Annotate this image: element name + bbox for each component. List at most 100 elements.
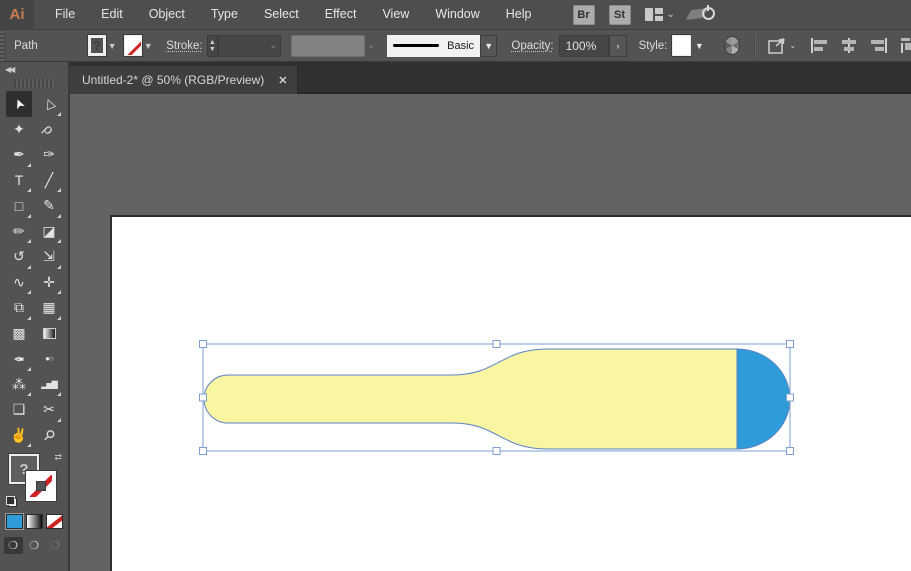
menu-item-select[interactable]: Select [251,0,312,29]
none-button[interactable] [45,514,63,529]
menu-item-effect[interactable]: Effect [312,0,370,29]
panel-grip[interactable] [0,30,7,61]
shape-builder-icon: ⧉ [14,299,24,316]
tool-shape-builder[interactable]: ⧉ [6,295,32,321]
stroke-weight-stepper[interactable]: ▲ ▼ [206,34,219,57]
slice-icon: ✂ [43,401,55,418]
tool-type[interactable]: T [6,168,32,194]
stroke-indicator[interactable] [26,471,56,501]
menu-item-edit[interactable]: Edit [88,0,136,29]
bridge-button[interactable]: Br [572,4,595,25]
blend-icon: ●○ [45,354,54,364]
menu-item-object[interactable]: Object [136,0,198,29]
align-buttons [810,37,911,54]
draw-inside-button[interactable]: ❍ [46,537,65,554]
tool-puppet-warp[interactable]: ✛ [36,270,62,296]
stroke-chevron-icon[interactable]: ▼ [142,41,154,51]
tool-blend[interactable]: ●○ [36,346,62,372]
hand-icon: ✌ [10,426,28,443]
tool-slice[interactable]: ✂ [36,397,62,423]
style-chevron-icon[interactable]: ▼ [690,34,708,57]
fill-color-swatch[interactable]: ? [86,34,108,57]
collapse-panel-button[interactable]: ◀◀ [5,65,15,74]
tool-zoom[interactable]: ⚲ [36,423,62,449]
tool-rotate[interactable]: ↺ [6,244,32,270]
selection-handle[interactable] [786,340,794,348]
eyedropper-icon: ✒ [13,351,25,368]
menu-item-type[interactable]: Type [198,0,251,29]
tool-gradient[interactable] [36,321,62,347]
selection-handle[interactable] [786,393,794,402]
tool-magic-wand[interactable]: ✦ [6,117,32,143]
tool-selection[interactable]: ➤ [6,91,32,117]
fill-stroke-indicator: ? ⇄ [0,452,68,510]
app-logo: Ai [0,0,34,30]
panel-grip-dots[interactable] [14,79,54,88]
selection-handle[interactable] [199,340,207,348]
stroke-weight-select[interactable]: ⌄ [218,34,282,57]
selection-handle[interactable] [492,340,501,348]
canvas[interactable] [70,94,911,571]
selection-handle[interactable] [492,447,501,455]
tool-eraser[interactable]: ◪ [36,219,62,245]
tool-direct-selection[interactable]: ▷ [36,91,62,117]
opacity-input[interactable]: 100% [558,34,610,57]
tool-artboard[interactable]: ❏ [6,397,32,423]
gradient-button[interactable] [25,514,43,529]
recolor-artwork-icon[interactable] [723,36,741,55]
opacity-label[interactable]: Opacity: [511,40,553,52]
align-center-icon[interactable] [839,37,859,54]
tool-width[interactable]: ∿ [6,270,32,296]
opacity-more-button[interactable]: › [609,34,627,57]
stroke-color-swatch[interactable] [123,34,144,57]
tool-line-segment[interactable]: ╱ [36,168,62,194]
tool-hand[interactable]: ✌ [6,423,32,449]
brush-style-chevron[interactable]: ▼ [480,34,498,57]
puppet-warp-icon: ✛ [43,273,55,290]
pen-icon: ✒ [13,146,25,163]
rotate-icon: ↺ [13,248,25,265]
tool-mesh[interactable]: ▩ [6,321,32,347]
swap-fill-stroke-icon[interactable]: ⇄ [54,452,62,463]
menu-item-view[interactable]: View [369,0,422,29]
tool-scale[interactable]: ⇲ [36,244,62,270]
tool-rectangle[interactable]: □ [6,193,32,219]
tool-column-graph[interactable]: ▂▅▇ [36,372,62,398]
default-fill-stroke-icon[interactable] [6,496,17,507]
selection-handle[interactable] [199,393,207,402]
tool-symbol-sprayer[interactable]: ⁂ [6,372,32,398]
workspace-switcher[interactable]: ⌄ [644,8,675,21]
align-left-icon[interactable] [810,37,830,54]
power-icon [701,4,715,20]
tool-perspective-grid[interactable]: ▦ [36,295,62,321]
tool-paintbrush[interactable]: ✎ [36,193,62,219]
color-button[interactable] [4,513,24,530]
stock-button[interactable]: St [608,4,631,25]
style-swatch[interactable] [671,34,692,57]
selection-handle[interactable] [786,447,794,455]
draw-behind-button[interactable]: ❍ [25,537,44,554]
tool-eyedropper[interactable]: ✒ [6,346,32,372]
align-partial-icon[interactable] [897,37,911,54]
stroke-weight-label[interactable]: Stroke: [166,40,202,52]
menu-item-help[interactable]: Help [493,0,545,29]
tool-shaper[interactable]: ✏ [6,219,32,245]
align-right-icon[interactable] [868,37,888,54]
touch-workspace-icon[interactable] [685,4,715,25]
draw-normal-button[interactable]: ❍ [3,537,23,554]
menu-item-file[interactable]: File [42,0,88,29]
document-tab[interactable]: Untitled-2* @ 50% (RGB/Preview) ✕ [70,66,299,94]
isolate-object-button[interactable]: ⌄ [767,37,796,55]
fill-chevron-icon[interactable]: ▼ [106,41,118,51]
mesh-icon: ▩ [12,324,26,341]
brush-style-select[interactable]: Basic [387,34,481,57]
selection-handle[interactable] [199,447,207,455]
menu-item-window[interactable]: Window [422,0,492,29]
bat-cap-shape[interactable] [736,348,791,450]
close-tab-icon[interactable]: ✕ [278,74,287,87]
tool-pen[interactable]: ✒ [6,142,32,168]
tool-lasso[interactable]: ρ [36,117,62,143]
bat-shape[interactable] [203,348,738,450]
brush-preview-line [393,44,440,47]
tool-curvature[interactable]: ✑ [36,142,62,168]
